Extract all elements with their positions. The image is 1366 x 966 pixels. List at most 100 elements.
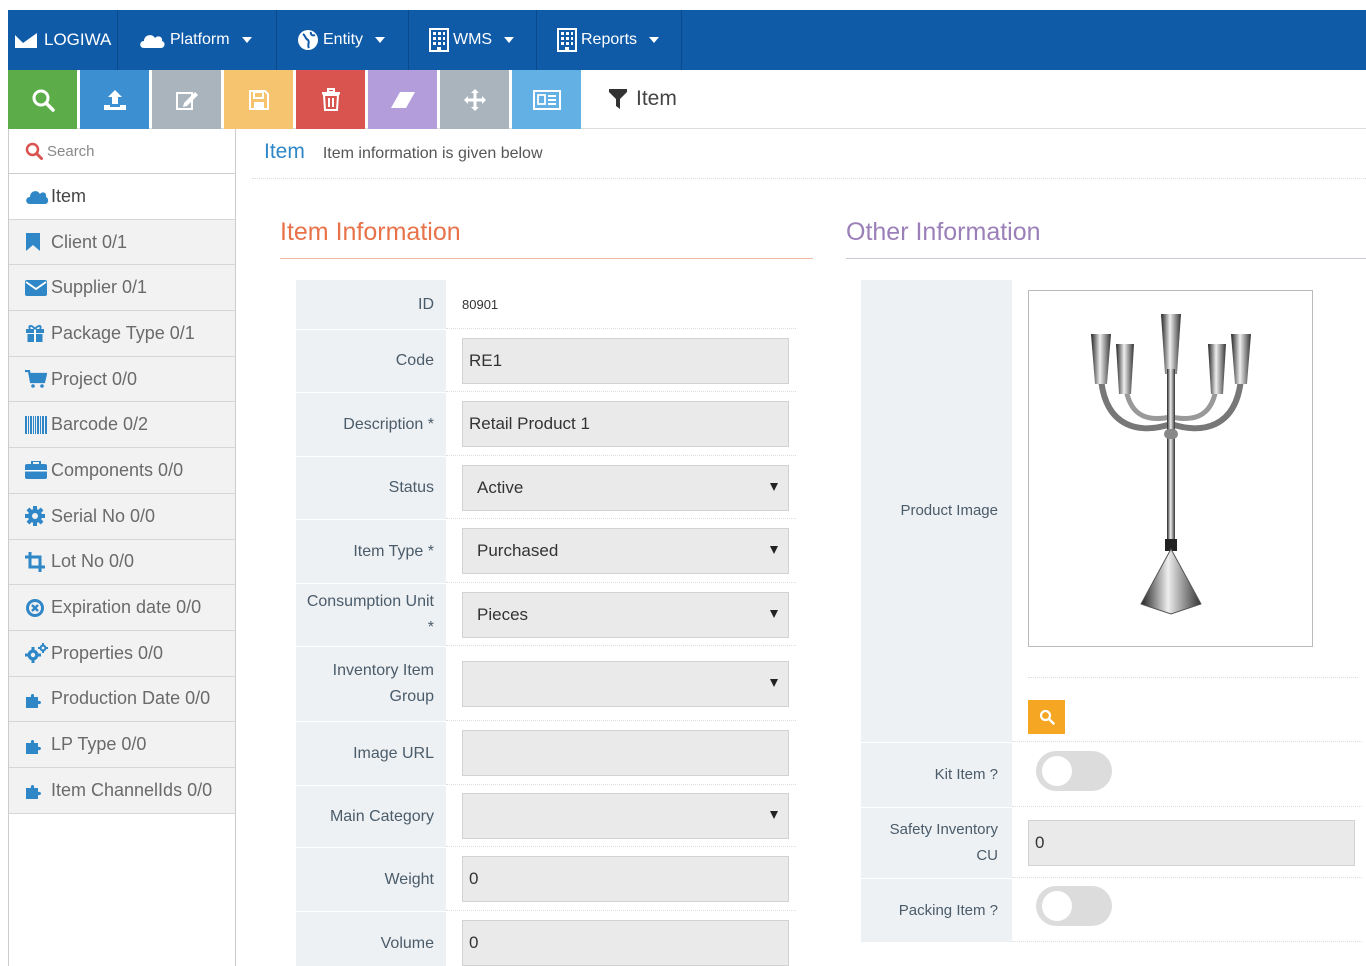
nav-entity[interactable]: Entity <box>277 10 409 70</box>
id-value: 80901 <box>462 296 499 312</box>
other-information-divider <box>846 258 1366 259</box>
list-button[interactable] <box>512 70 581 129</box>
kit-item-label: Kit Item ? <box>861 743 1012 807</box>
field-label: Volume <box>296 912 446 966</box>
main-category-select[interactable] <box>462 793 789 839</box>
dropdown-arrow-icon <box>770 609 778 618</box>
save-button[interactable] <box>224 70 293 129</box>
candelabra-image <box>1090 313 1251 615</box>
item-type-select[interactable]: Purchased <box>462 528 789 574</box>
inventory-item-group-select[interactable] <box>462 660 789 707</box>
trash-icon <box>321 87 340 111</box>
code-input[interactable]: RE1 <box>462 337 789 384</box>
sidebar-item-expiration-date[interactable]: Expiration date 0/0 <box>9 585 235 631</box>
form-row-volume: Volume 0 <box>296 912 796 966</box>
sidebar-item-label: Production Date 0/0 <box>51 688 211 709</box>
sidebar-item-label: Supplier 0/1 <box>51 277 148 298</box>
item-information-title: Item Information <box>280 218 461 246</box>
form-row-description: Description * Retail Product 1 <box>296 393 796 457</box>
cloud-icon <box>138 30 166 50</box>
cloud-icon <box>25 188 51 205</box>
status-select[interactable]: Active <box>462 464 789 511</box>
dropdown-arrow-icon <box>770 482 778 491</box>
sidebar-item-lp-type[interactable]: LP Type 0/0 <box>9 722 235 768</box>
volume-input[interactable]: 0 <box>462 920 789 966</box>
search-button[interactable] <box>8 70 77 129</box>
delete-button[interactable] <box>296 70 365 129</box>
packing-item-toggle[interactable] <box>1036 886 1112 926</box>
move-button[interactable] <box>440 70 509 129</box>
sidebar-item-properties[interactable]: Properties 0/0 <box>9 630 235 677</box>
sidebar-item-label: Components 0/0 <box>51 459 184 480</box>
briefcase-icon <box>25 461 51 480</box>
brand-name: LOGIWA <box>44 30 112 49</box>
sidebar-item-project[interactable]: Project 0/0 <box>9 356 235 403</box>
gear-icon <box>25 506 51 527</box>
chevron-down-icon <box>504 37 515 43</box>
image-url-input[interactable] <box>462 730 789 776</box>
description-input[interactable]: Retail Product 1 <box>462 401 789 447</box>
sidebar-item-components[interactable]: Components 0/0 <box>9 448 235 494</box>
upload-icon <box>103 89 126 110</box>
sidebar-item-item-channelids[interactable]: Item ChannelIds 0/0 <box>9 767 235 814</box>
header-divider <box>252 178 1366 179</box>
sidebar-item-supplier[interactable]: Supplier 0/1 <box>9 265 235 312</box>
weight-input[interactable]: 0 <box>462 856 789 902</box>
nav-reports[interactable]: Reports <box>537 10 682 70</box>
safety-inventory-input[interactable]: 0 <box>1028 819 1355 866</box>
status-select-value: Active <box>477 477 524 497</box>
sidebar-item-serial-no[interactable]: Serial No 0/0 <box>9 493 235 540</box>
upload-button[interactable] <box>80 70 149 129</box>
action-toolbar: Item <box>8 70 1366 129</box>
nav-wms[interactable]: WMS <box>409 10 537 70</box>
puzzle-icon <box>25 780 51 800</box>
puzzle-icon <box>25 735 51 755</box>
edit-button[interactable] <box>152 70 221 129</box>
dropdown-arrow-icon <box>770 811 778 819</box>
toolbar-title-label: Item <box>636 87 677 110</box>
nav-entity-label: Entity <box>323 31 364 48</box>
form-row-kit-item: Kit Item ? <box>861 743 1362 808</box>
sidebar-item-label: Project 0/0 <box>51 368 138 389</box>
sidebar-item-barcode[interactable]: Barcode 0/2 <box>9 402 235 449</box>
building-icon <box>429 28 449 52</box>
sidebar-item-lot-no[interactable]: Lot No 0/0 <box>9 539 235 586</box>
field-label: Image URL <box>296 722 446 785</box>
field-label: Inventory Item Group <box>296 647 446 721</box>
clear-button[interactable] <box>368 70 437 129</box>
form-row-weight: Weight 0 <box>296 848 796 912</box>
building-icon <box>557 28 577 52</box>
field-label: Consumption Unit * <box>296 584 446 646</box>
dropdown-arrow-icon <box>770 546 778 554</box>
nav-platform[interactable]: Platform <box>118 10 277 70</box>
gears-icon <box>25 643 51 664</box>
consumption-unit-select[interactable]: Pieces <box>462 591 789 638</box>
dropdown-arrow-icon <box>770 678 778 687</box>
form-row-product-image: Product Image <box>861 280 1362 743</box>
chevron-down-icon <box>649 37 660 43</box>
kit-item-toggle[interactable] <box>1036 751 1112 791</box>
item-information-form: ID 80901 Code RE1 Description * Retail P… <box>296 280 796 966</box>
field-label: Item Type * <box>296 520 446 583</box>
safety-inventory-label: Safety Inventory CU <box>861 808 1012 878</box>
item-type-select-value: Purchased <box>477 541 559 560</box>
sidebar-item-label: Barcode 0/2 <box>51 414 149 435</box>
sidebar-item-label: Item ChannelIds 0/0 <box>51 779 213 800</box>
sidebar-search[interactable]: Search <box>9 129 235 174</box>
consumption-unit-select-value: Pieces <box>477 604 529 624</box>
search-icon <box>32 89 55 112</box>
logiwa-logo-icon <box>15 33 37 48</box>
image-search-button[interactable] <box>1028 700 1065 734</box>
sidebar-item-label: Properties 0/0 <box>51 642 164 663</box>
sidebar-item-label: Serial No 0/0 <box>51 505 156 526</box>
crop-icon <box>25 551 51 572</box>
form-row-code: Code RE1 <box>296 330 796 393</box>
page-title: Item <box>264 140 305 163</box>
brand-logo[interactable]: LOGIWA <box>8 10 118 70</box>
sidebar-item-client[interactable]: Client 0/1 <box>9 219 235 266</box>
sidebar-item-production-date[interactable]: Production Date 0/0 <box>9 676 235 723</box>
nav-wms-label: WMS <box>453 31 493 48</box>
sidebar-item-label: Expiration date 0/0 <box>51 597 202 618</box>
sidebar-item-item[interactable]: Item <box>9 174 235 220</box>
sidebar-item-package-type[interactable]: Package Type 0/1 <box>9 311 235 357</box>
